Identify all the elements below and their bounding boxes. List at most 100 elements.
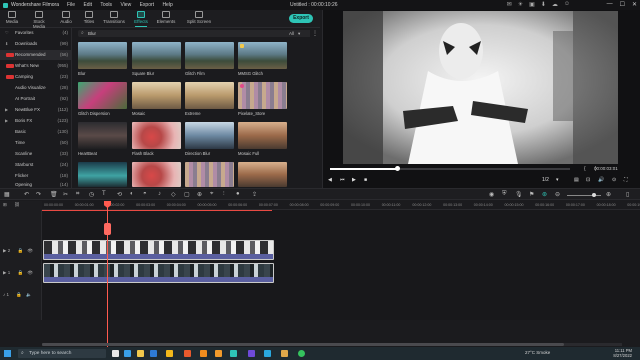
save-icon[interactable]: ▣ — [529, 1, 535, 8]
effect-card-glitch-dispersion[interactable]: Glitch Dispersion — [78, 82, 127, 116]
record-icon[interactable]: ● — [236, 191, 240, 197]
windows-start-icon[interactable] — [4, 350, 11, 357]
cloud-icon[interactable]: ☁ — [552, 1, 558, 8]
quality-select[interactable]: 1/2 — [542, 177, 549, 183]
split-icon[interactable]: ⫶ — [223, 191, 225, 198]
firefox-icon[interactable] — [184, 350, 191, 357]
system-clock[interactable]: 11:11 PM 8/27/2022 — [613, 348, 632, 358]
export-icon[interactable]: ⇪ — [252, 191, 257, 198]
effect-card-flash-black[interactable]: Flash Black — [132, 122, 181, 156]
effect-card-mmsg-glitch[interactable]: MMSG Glitch — [238, 42, 287, 76]
stop-icon[interactable]: ■ — [364, 177, 367, 183]
effect-card-glitch-film[interactable]: Glitch Film — [185, 42, 234, 76]
effect-card-extreme[interactable]: Extreme — [185, 82, 234, 116]
sidebar-item-opening[interactable]: Opening (14) — [0, 181, 72, 188]
effect-card[interactable] — [132, 162, 181, 187]
menu-edit[interactable]: Edit — [83, 2, 92, 8]
sidebar-item-downloads[interactable]: ⬇ Downloads (99) — [0, 39, 72, 49]
photoshop-icon[interactable] — [264, 350, 271, 357]
playhead[interactable] — [104, 201, 111, 349]
download-icon[interactable]: ⬇ — [541, 1, 546, 8]
premiere-icon[interactable] — [248, 350, 255, 357]
weather-widget[interactable]: 27°C Smoke — [525, 350, 550, 355]
layout-icon[interactable]: ▦ — [4, 191, 10, 198]
timeline-scrollbar[interactable] — [42, 343, 622, 346]
effect-card[interactable] — [238, 162, 287, 187]
volume-icon[interactable]: 🔊 — [598, 177, 604, 183]
edge-icon[interactable] — [124, 350, 131, 357]
tab-transitions[interactable]: Transitions — [102, 11, 126, 24]
crop-icon[interactable]: ⌗ — [76, 191, 79, 198]
effect-card-square-blur[interactable]: Square Blur — [132, 42, 181, 76]
fullscreen-icon[interactable]: ⛶ — [624, 177, 628, 183]
playhead-marker[interactable] — [104, 223, 111, 235]
fit-timeline-icon[interactable]: ▯ — [626, 191, 629, 198]
tab-elements[interactable]: Elements — [154, 11, 178, 24]
effect-card-mosaic[interactable]: Mosaic — [132, 82, 181, 116]
eye-icon[interactable]: 👁 — [27, 248, 33, 253]
sidebar-item-recommended[interactable]: Recommended (56) — [0, 50, 72, 60]
render-preview-icon[interactable]: ◉ — [489, 191, 494, 198]
tab-effects[interactable]: Effects — [129, 11, 153, 27]
rotate-icon[interactable]: ⟲ — [117, 191, 122, 198]
zoom-handle[interactable] — [592, 193, 596, 197]
filmora-taskbar-icon[interactable] — [230, 350, 237, 357]
taskbar-search-input[interactable]: ⌕ Type here to search — [18, 349, 106, 358]
snapshot-icon[interactable]: ⊡ — [586, 177, 590, 183]
playback-progress-bar[interactable] — [330, 166, 570, 171]
menu-file[interactable]: File — [67, 2, 75, 8]
sidebar-item-favorites[interactable]: ♡ Favorites (4) — [0, 28, 72, 38]
link-icon[interactable]: ⛓ — [14, 202, 20, 208]
lock-icon[interactable]: 🔒 — [17, 248, 23, 253]
lock-icon[interactable]: 🔒 — [16, 292, 22, 297]
effect-card-heartbeat[interactable]: HeartBeat — [78, 122, 127, 156]
menu-view[interactable]: View — [120, 2, 131, 8]
video-preview[interactable] — [343, 11, 618, 164]
grid-view-icon[interactable]: ⋮ — [312, 30, 318, 37]
task-view-icon[interactable] — [112, 350, 119, 357]
effect-card-blur[interactable]: Blur — [78, 42, 127, 76]
mail-icon[interactable] — [150, 350, 157, 357]
sidebar-item-newblue-fx[interactable]: ▶ NewBlue FX (112) — [0, 105, 72, 115]
keyframe-icon[interactable]: ◇ — [171, 191, 176, 198]
menu-help[interactable]: Help — [162, 2, 172, 8]
sun-icon[interactable]: ☀ — [518, 1, 523, 8]
vlc-icon[interactable] — [200, 350, 207, 357]
color-icon[interactable]: ◓ — [143, 191, 147, 197]
audio-adjust-icon[interactable]: ♪ — [158, 191, 161, 197]
menu-export[interactable]: Export — [140, 2, 154, 8]
zoom-out-icon[interactable]: ⊖ — [555, 191, 560, 198]
effect-card-mosaic-full[interactable]: Mosaic Full — [238, 122, 287, 156]
minimize-icon[interactable]: — — [607, 1, 613, 8]
speed-icon[interactable]: ◷ — [89, 191, 94, 198]
export-button[interactable]: Export — [289, 14, 313, 23]
text-icon[interactable]: T — [102, 191, 106, 197]
green-screen-icon[interactable]: ▢ — [184, 191, 190, 198]
sidebar-item-whats-new[interactable]: What's New (955) — [0, 61, 72, 71]
sidebar-item-camping[interactable]: Camping (23) — [0, 72, 72, 82]
eye-icon[interactable]: 👁 — [27, 270, 33, 275]
play-icon[interactable]: ▶ — [352, 177, 356, 183]
sidebar-item-boris-fx[interactable]: ▶ Boris FX (123) — [0, 116, 72, 126]
effect-card-pixelate-store[interactable]: Pixelate_Store — [238, 82, 287, 116]
add-track-icon[interactable]: ⊞ — [3, 202, 7, 208]
chevron-down-icon[interactable]: ▾ — [556, 177, 559, 183]
marker-icon[interactable]: ⚑ — [529, 191, 534, 198]
scrollbar-thumb[interactable] — [42, 343, 564, 346]
delete-icon[interactable]: 🗑 — [50, 191, 58, 198]
undo-icon[interactable]: ↶ — [24, 191, 29, 198]
mask-icon[interactable]: ◐ — [130, 191, 134, 197]
redo-icon[interactable]: ↷ — [36, 191, 41, 198]
whatsapp-icon[interactable] — [298, 350, 305, 357]
render-icon[interactable]: ▤ — [574, 177, 579, 183]
video-clip-track-1[interactable] — [43, 263, 274, 283]
sidebar-item-starburst[interactable]: Starburst (24) — [0, 160, 72, 170]
tab-audio[interactable]: Audio — [54, 11, 78, 24]
effects-search-input[interactable]: ⌕ Blur — [78, 30, 302, 37]
sidebar-item-audio-visualize[interactable]: Audio Visualize (28) — [0, 83, 72, 93]
filter-dropdown[interactable]: All ▾ — [286, 30, 310, 37]
account-icon[interactable]: ☺ — [564, 1, 570, 8]
illustrator-icon[interactable] — [215, 350, 222, 357]
app-icon[interactable] — [281, 350, 288, 357]
snap-icon[interactable]: ⊛ — [542, 191, 547, 198]
